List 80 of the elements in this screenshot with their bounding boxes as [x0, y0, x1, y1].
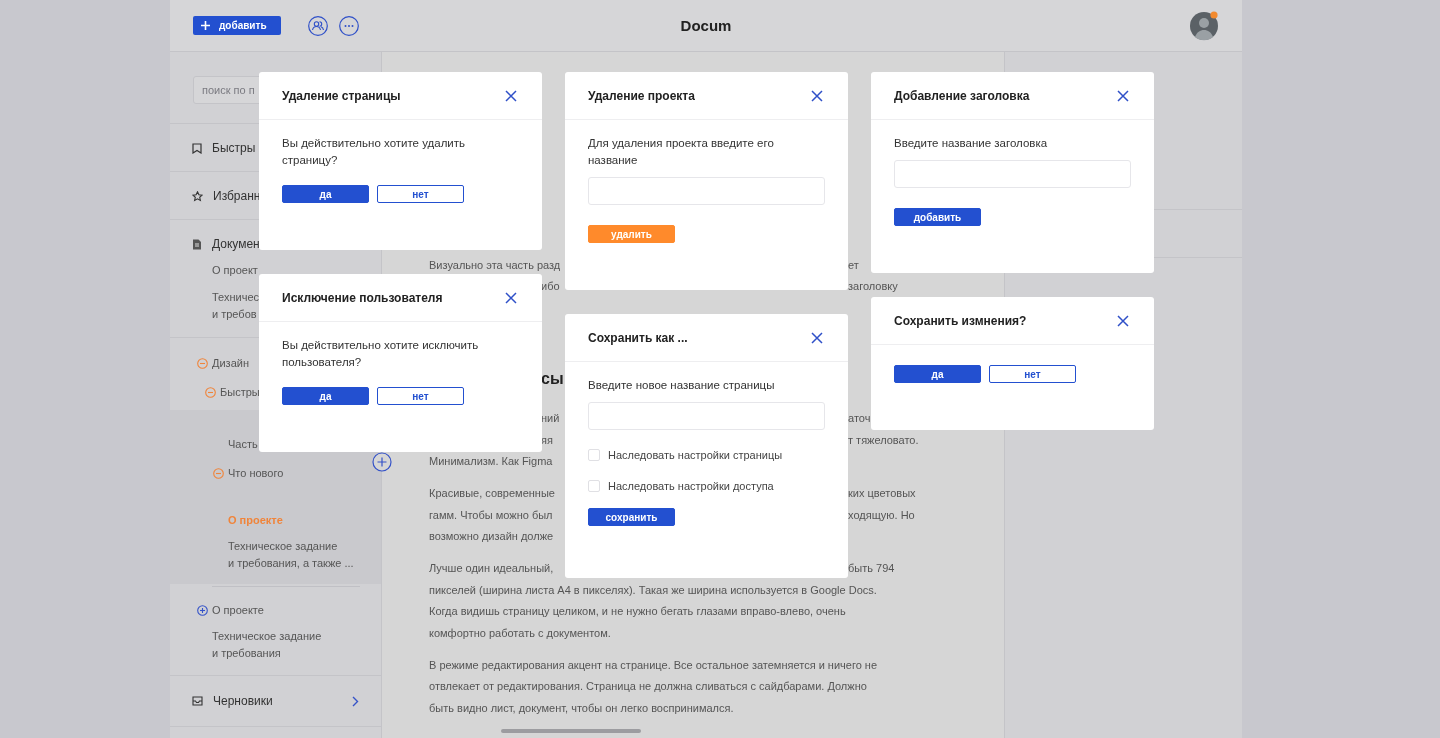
dialog-button[interactable]: сохранить — [588, 508, 675, 526]
scrollbar[interactable] — [501, 729, 641, 733]
avatar[interactable] — [1189, 10, 1219, 41]
dialog-button[interactable]: добавить — [894, 208, 981, 226]
add-icon[interactable] — [372, 452, 392, 472]
paragraph-line: быть 794 — [848, 562, 895, 575]
close-icon[interactable] — [811, 89, 823, 102]
tree-item[interactable]: О проекте — [212, 601, 264, 619]
checkbox-label[interactable]: Наследовать настройки страницы — [608, 449, 783, 461]
sidebar-section[interactable]: Черновики — [213, 694, 273, 708]
expand-icon[interactable] — [197, 604, 208, 616]
tree-item[interactable]: Дизайн — [212, 354, 249, 372]
input-field[interactable] — [894, 160, 1131, 188]
paragraph-line: Визуально эта часть разд — [429, 258, 561, 271]
paragraph-line: ких цветовых — [848, 487, 916, 500]
dialog-message: Введите название заголовка — [894, 136, 1049, 151]
paragraph-line: комфортно работать с документом. — [429, 626, 611, 639]
close-icon[interactable] — [505, 291, 517, 304]
close-icon[interactable] — [1117, 89, 1129, 102]
paragraph-line: Минимализм. Как Figma — [429, 455, 553, 468]
checkbox[interactable] — [588, 480, 600, 492]
close-icon[interactable] — [1117, 314, 1129, 327]
section-heading: сы — [540, 369, 564, 388]
paragraph-line: Лучше один идеальный, — [429, 562, 554, 575]
paragraph-line: ний — [540, 412, 560, 425]
paragraph-line: Когда видишь страницу целиком, и не нужно бегать глазами вправо-влево, очень — [429, 605, 846, 618]
dialog-message: Вы действительно хотите исключить пользователя? — [282, 338, 480, 370]
checkbox[interactable] — [588, 449, 600, 461]
close-icon[interactable] — [505, 89, 517, 102]
dialog-button[interactable]: да — [282, 185, 369, 203]
dialog-button[interactable]: нет — [989, 365, 1076, 383]
paragraph-line: яя — [540, 433, 553, 446]
paragraph-line: ет — [848, 258, 859, 271]
dialog-title: Исключение пользователя — [282, 290, 443, 305]
dialog-message: Вы действительно хотите удалить страницу? — [282, 136, 467, 168]
tree-item[interactable]: Что нового — [228, 464, 284, 482]
tree-item[interactable]: Техническое задание и требования, а также ... — [228, 538, 354, 572]
paragraph-line: отвлекает от редактирования. Страница не должна сливаться с сайдбарами. Должно — [429, 680, 867, 693]
dialog-title: Удаление проекта — [588, 88, 695, 103]
bookmark-icon — [192, 142, 202, 154]
tree-item[interactable]: Часть — [228, 435, 258, 453]
dialog-button[interactable]: нет — [377, 185, 464, 203]
sidebar-section[interactable]: Быстры — [212, 141, 256, 155]
document-title: Docum — [680, 17, 732, 34]
dialog-title: Сохранить как ... — [588, 330, 688, 345]
dialog-title: Удаление страницы — [282, 88, 401, 103]
paragraph-line: гамм. Чтобы можно был — [429, 508, 553, 521]
checkbox-label[interactable]: Наследовать настройки доступа — [608, 480, 774, 492]
chevron-right-icon[interactable] — [352, 695, 359, 707]
sidebar-section[interactable]: Докумен — [212, 237, 260, 251]
dialog-message: Для удаления проекта введите его название — [588, 136, 775, 168]
paragraph-line: т тяжеловато. — [848, 433, 919, 446]
dialog-button[interactable]: да — [894, 365, 981, 383]
dialog-title: Сохранить измнения? — [894, 313, 1027, 328]
paragraph-line: аточ — [848, 412, 871, 425]
sidebar-section[interactable]: Избранн — [213, 189, 261, 203]
paragraph-line: быть видно лист, документ, чтобы он легко воспринимался. — [429, 701, 734, 714]
more-icon[interactable] — [339, 15, 359, 36]
paragraph-line: возможно дизайн долже — [429, 530, 554, 543]
add-button[interactable]: добавить — [193, 16, 281, 35]
users-icon[interactable] — [308, 15, 328, 36]
paragraph-line: ходящую. Но — [848, 508, 915, 521]
paragraph-line: заголовку — [848, 280, 898, 293]
input-field[interactable] — [588, 402, 825, 430]
tray-icon — [192, 696, 203, 706]
dialog-button[interactable]: да — [282, 387, 369, 405]
paragraph-line: Красивые, современные — [429, 487, 555, 500]
paragraph-line: ибо — [540, 280, 560, 293]
tree-item[interactable]: Быстры — [220, 383, 260, 401]
dialog-title: Добавление заголовка — [894, 88, 1030, 103]
input-field[interactable] — [588, 177, 825, 205]
dialog-button[interactable]: нет — [377, 387, 464, 405]
close-icon[interactable] — [811, 331, 823, 344]
dialog-message: Введите новое название страницы — [588, 378, 776, 393]
paragraph-line: В режиме редактирования акцент на странице. Все остальное затемняется и ничего не — [429, 658, 878, 671]
star-icon — [192, 190, 203, 202]
document-icon — [192, 238, 202, 250]
paragraph-line: пикселей (ширина листа А4 в пикселях). Такая же ширина используется в Google Docs. — [429, 583, 877, 596]
plus-icon — [201, 21, 210, 30]
tree-item[interactable]: Техническое задание и требования — [212, 628, 322, 662]
